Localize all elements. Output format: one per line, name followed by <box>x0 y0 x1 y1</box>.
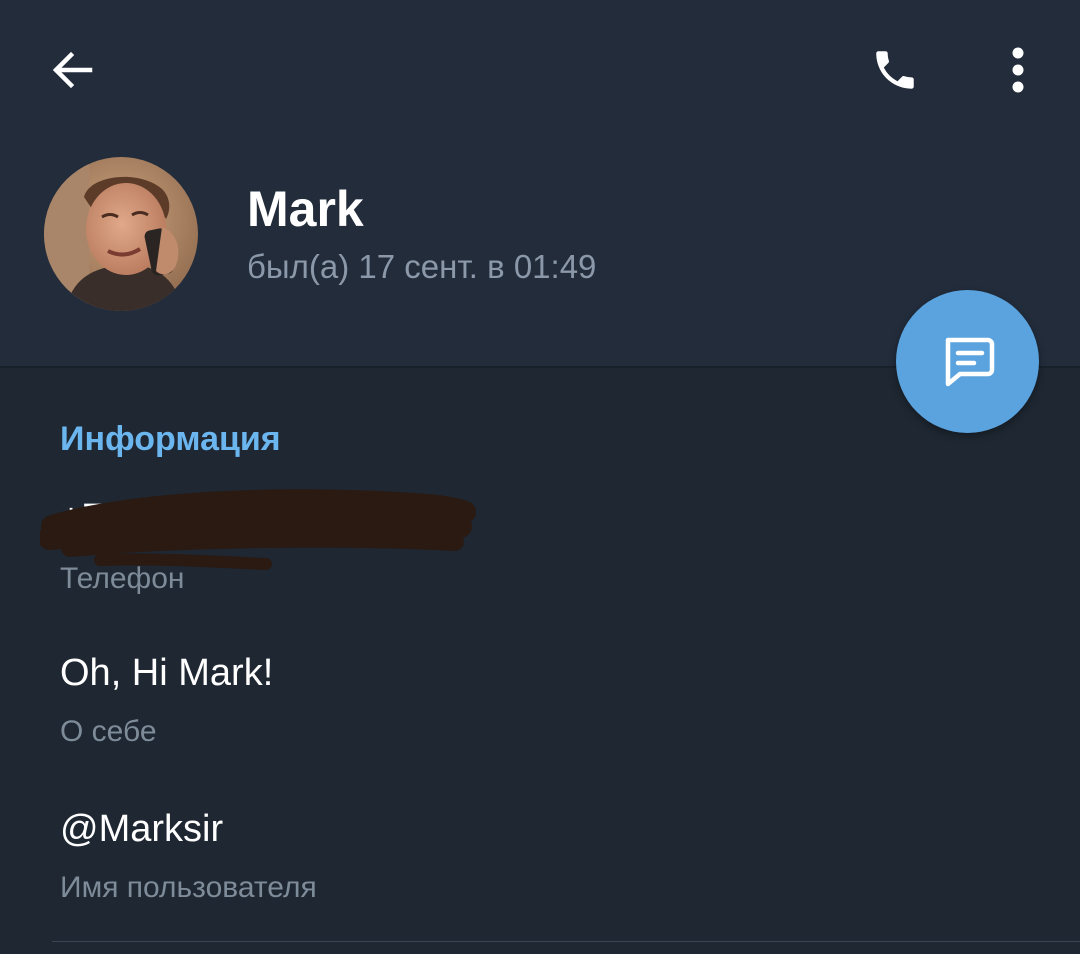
arrow-left-icon <box>52 51 93 89</box>
phone-icon <box>876 51 914 89</box>
last-seen-status: был(а) 17 сент. в 01:49 <box>247 248 597 285</box>
call-button[interactable] <box>850 25 940 115</box>
avatar[interactable] <box>44 157 198 311</box>
profile-name: Mark <box>247 181 364 237</box>
message-icon <box>945 337 994 386</box>
info-section-title: Информация <box>60 420 281 458</box>
about-label: О себе <box>60 715 157 748</box>
about-value[interactable]: Oh, Hi Mark! <box>60 652 273 695</box>
section-divider <box>52 941 1080 942</box>
more-vertical-icon <box>1012 47 1024 93</box>
more-options-button[interactable] <box>973 25 1063 115</box>
avatar-photo <box>44 157 198 311</box>
username-label: Имя пользователя <box>60 871 317 904</box>
send-message-button[interactable] <box>896 290 1039 433</box>
phone-label: Телефон <box>60 562 185 595</box>
back-button[interactable] <box>27 25 117 115</box>
username-value[interactable]: @Marksir <box>60 808 223 851</box>
